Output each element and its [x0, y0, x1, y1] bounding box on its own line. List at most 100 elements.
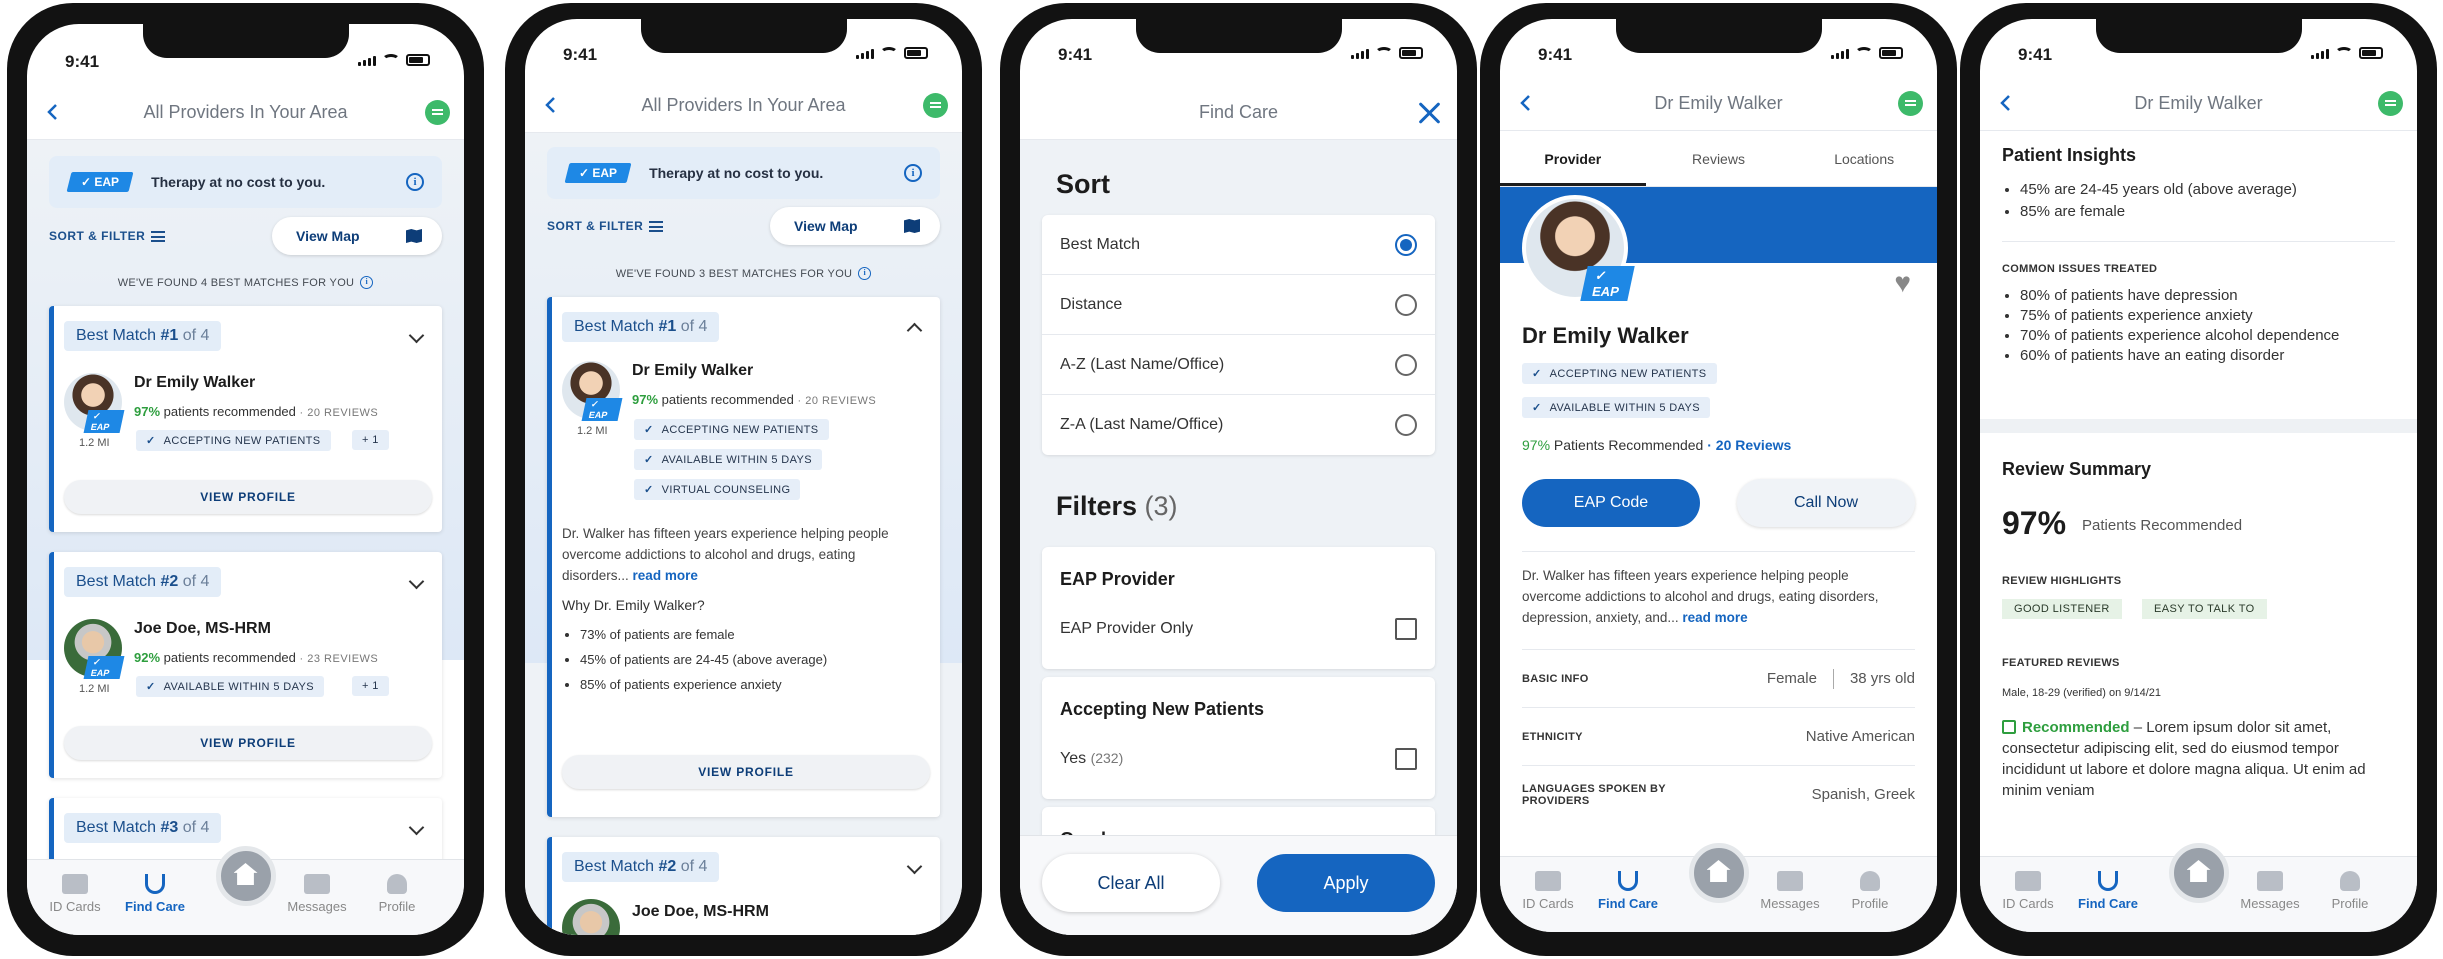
tab-id-cards[interactable]: ID Cards [35, 874, 115, 914]
tab-profile[interactable]: Profile [357, 874, 437, 914]
phone-providers-list: 9:41 All Providers In Your Area ✓ EAP Th… [7, 3, 484, 956]
sort-heading: Sort [1056, 169, 1110, 199]
tab-reviews[interactable]: Reviews [1646, 131, 1792, 186]
view-profile-button[interactable]: VIEW PROFILE [64, 726, 432, 760]
chevron-down-icon[interactable] [906, 858, 923, 875]
provider-card[interactable]: Best Match #2 of 4 ✓ EAP Joe Doe, MS-HRM… [49, 552, 442, 778]
filter-row[interactable]: Yes (232) [1060, 748, 1417, 770]
phone-provider-insights: 9:41 Dr Emily Walker Patient Insights 45… [1960, 3, 2437, 956]
ethnicity-row: ETHNICITY Native American [1522, 707, 1915, 765]
provider-name[interactable]: Joe Doe, MS-HRM [134, 620, 271, 638]
notch [142, 24, 349, 58]
tab-id-cards[interactable]: ID Cards [1508, 871, 1588, 911]
screen: 9:41 Dr Emily Walker Provider Reviews Lo… [1500, 19, 1937, 932]
heart-icon[interactable]: ♥ [1894, 267, 1911, 299]
notch [2095, 19, 2302, 53]
clear-all-button[interactable]: Clear All [1042, 854, 1220, 912]
radio[interactable] [1395, 353, 1417, 376]
back-icon[interactable] [539, 93, 563, 117]
provider-card[interactable]: Best Match #1 of 4 ✓ EAP Dr Emily Walker… [49, 306, 442, 532]
header: Find Care [1020, 86, 1457, 140]
eap-banner[interactable]: ✓ EAP Therapy at no cost to you. i [547, 147, 940, 199]
chevron-down-icon[interactable] [408, 819, 425, 836]
chat-icon[interactable] [425, 100, 450, 125]
sort-option-distance[interactable]: Distance [1042, 275, 1435, 335]
chat-icon[interactable] [923, 93, 948, 118]
tab-find-care[interactable]: Find Care [115, 874, 195, 914]
info-icon[interactable]: i [406, 173, 424, 191]
view-profile-button[interactable]: VIEW PROFILE [562, 755, 930, 789]
sort-filter-button[interactable]: SORT & FILTER [49, 229, 166, 243]
view-profile-button[interactable]: VIEW PROFILE [64, 480, 432, 514]
checkbox[interactable] [1395, 618, 1417, 640]
provider-name[interactable]: Dr Emily Walker [134, 374, 255, 392]
eap-mini-badge: ✓ EAP [581, 398, 623, 421]
tab-provider[interactable]: Provider [1500, 131, 1646, 186]
languages-row: LANGUAGES SPOKEN BY PROVIDERS Spanish, Gr… [1522, 765, 1915, 823]
header: All Providers In Your Area [27, 86, 464, 140]
info-icon[interactable]: i [360, 276, 374, 289]
info-icon[interactable]: i [858, 267, 872, 280]
filter-row[interactable]: EAP Provider Only [1060, 618, 1417, 640]
provider-card[interactable]: Best Match #2 of 4 Joe Doe, MS-HRM [547, 837, 940, 935]
eap-code-button[interactable]: EAP Code [1522, 479, 1700, 527]
status-time: 9:41 [563, 45, 598, 64]
map-icon [406, 229, 422, 243]
best-match-label: Best Match #3 of 4 [64, 813, 222, 843]
radio[interactable] [1395, 414, 1417, 436]
tab-find-care[interactable]: Find Care [1588, 871, 1668, 911]
featured-heading: FEATURED REVIEWS [2002, 657, 2120, 669]
chevron-down-icon[interactable] [408, 573, 425, 590]
chat-icon[interactable] [1898, 91, 1923, 116]
call-now-button[interactable]: Call Now [1737, 479, 1915, 527]
close-icon[interactable] [1415, 99, 1443, 127]
tab-profile[interactable]: Profile [2310, 871, 2390, 911]
tab-messages[interactable]: Messages [1750, 871, 1830, 911]
tab-messages[interactable]: Messages [277, 874, 357, 914]
home-icon[interactable] [2168, 843, 2229, 903]
back-icon[interactable] [1994, 91, 2018, 115]
view-map-button[interactable]: View Map [272, 217, 442, 255]
home-icon[interactable] [215, 846, 276, 906]
filter-accepting: Accepting New Patients Yes (232) [1042, 677, 1435, 799]
chevron-down-icon[interactable] [408, 327, 425, 344]
recommend-percent: 97% [2002, 505, 2067, 541]
tab-messages[interactable]: Messages [2230, 871, 2310, 911]
page-title: Dr Emily Walker [1654, 93, 1783, 113]
sort-option-az[interactable]: A-Z (Last Name/Office) [1042, 335, 1435, 395]
more-tags-badge[interactable]: + 1 [352, 430, 389, 450]
read-more-link[interactable]: read more [633, 568, 698, 583]
distance: 1.2 MI [79, 683, 110, 695]
back-icon[interactable] [41, 100, 65, 124]
tab-find-care[interactable]: Find Care [2068, 871, 2148, 911]
chat-icon[interactable] [2378, 91, 2403, 116]
screen: 9:41 All Providers In Your Area ✓ EAP Th… [27, 24, 464, 935]
provider-name[interactable]: Joe Doe, MS-HRM [632, 903, 769, 921]
info-icon[interactable]: i [904, 164, 922, 182]
best-match-label: Best Match #1 of 4 [64, 321, 222, 351]
provider-card-expanded[interactable]: Best Match #1 of 4 ✓ EAP Dr Emily Walker… [547, 297, 940, 817]
sort-filter-button[interactable]: SORT & FILTER [547, 219, 664, 233]
avatar: ✓ EAP [562, 361, 623, 421]
sort-option-za[interactable]: Z-A (Last Name/Office) [1042, 395, 1435, 455]
read-more-link[interactable]: read more [1682, 610, 1747, 625]
provider-name[interactable]: Dr Emily Walker [632, 362, 753, 380]
tab-id-cards[interactable]: ID Cards [1988, 871, 2068, 911]
sort-option-best-match[interactable]: Best Match [1042, 215, 1435, 275]
distance: 1.2 MI [79, 437, 110, 449]
tab-locations[interactable]: Locations [1791, 131, 1937, 186]
radio[interactable] [1395, 293, 1417, 316]
home-icon[interactable] [1688, 843, 1749, 903]
tab-profile[interactable]: Profile [1830, 871, 1910, 911]
reviews-link[interactable]: · 20 Reviews [1707, 437, 1791, 453]
checkbox[interactable] [1395, 748, 1417, 770]
status-icons [856, 47, 928, 59]
back-icon[interactable] [1514, 91, 1538, 115]
view-map-button[interactable]: View Map [770, 207, 940, 245]
list-item: 60% of patients have an eating disorder [2020, 347, 2362, 364]
chevron-up-icon[interactable] [906, 322, 923, 339]
eap-banner[interactable]: ✓ EAP Therapy at no cost to you. i [49, 156, 442, 208]
apply-button[interactable]: Apply [1257, 854, 1435, 912]
more-tags-badge[interactable]: + 1 [352, 676, 389, 696]
radio-selected[interactable] [1395, 233, 1417, 256]
